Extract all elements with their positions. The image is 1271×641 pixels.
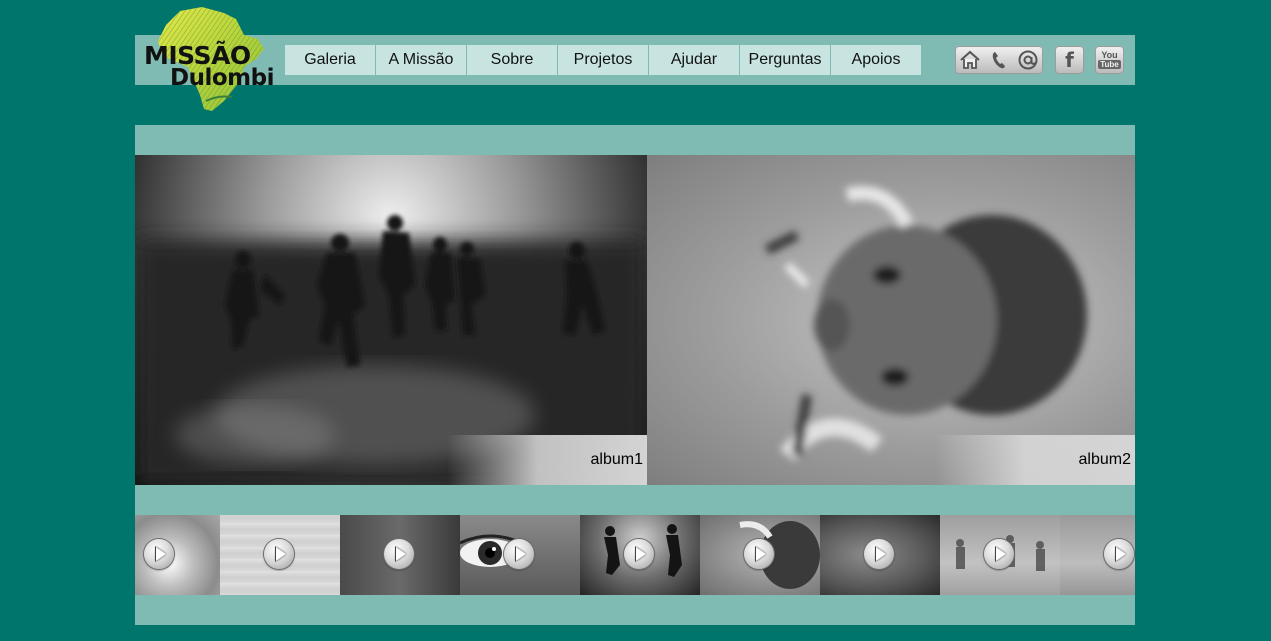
play-icon[interactable]: [864, 539, 894, 569]
play-icon[interactable]: [1104, 539, 1134, 569]
album-1-caption: album1: [590, 451, 643, 468]
nav-item-perguntas[interactable]: Perguntas: [740, 45, 830, 75]
play-icon[interactable]: [984, 539, 1014, 569]
main-nav: Galeria A Missão Sobre Projetos Ajudar P…: [285, 45, 921, 75]
home-icon[interactable]: [957, 48, 983, 72]
album-2-caption-bg: album2: [935, 435, 1135, 485]
album-2-caption: album2: [1078, 451, 1131, 468]
gallery-mid-bar: [135, 485, 1135, 515]
logo[interactable]: MISSÃO Dulombi: [140, 5, 274, 113]
thumbnail-6[interactable]: [700, 515, 820, 595]
play-icon[interactable]: [744, 539, 774, 569]
play-icon[interactable]: [264, 539, 294, 569]
thumbnail-4[interactable]: [460, 515, 580, 595]
album-1-caption-bg: album1: [447, 435, 647, 485]
thumbnail-strip: [135, 515, 1135, 595]
nav-item-projetos[interactable]: Projetos: [558, 45, 648, 75]
youtube-icon[interactable]: You Tube: [1095, 46, 1124, 74]
album-1[interactable]: album1: [135, 155, 647, 485]
page: MISSÃO Dulombi Galeria A Missão Sobre Pr…: [0, 0, 1271, 641]
play-icon[interactable]: [384, 539, 414, 569]
facebook-icon[interactable]: f: [1055, 46, 1084, 74]
contact-icon-group: [955, 46, 1043, 74]
thumbnail-3[interactable]: [340, 515, 460, 595]
at-icon[interactable]: [1015, 48, 1041, 72]
play-icon[interactable]: [144, 539, 174, 569]
play-icon[interactable]: [504, 539, 534, 569]
gallery-bottom-bar: [135, 595, 1135, 625]
thumbnail-8[interactable]: [940, 515, 1060, 595]
phone-icon[interactable]: [986, 48, 1012, 72]
nav-item-galeria[interactable]: Galeria: [285, 45, 375, 75]
thumbnail-2[interactable]: [220, 515, 340, 595]
nav-item-ajudar[interactable]: Ajudar: [649, 45, 739, 75]
thumbnail-5[interactable]: [580, 515, 700, 595]
thumbnail-1[interactable]: [135, 515, 220, 595]
nav-item-apoios[interactable]: Apoios: [831, 45, 921, 75]
youtube-text-bottom: Tube: [1098, 60, 1121, 69]
thumbnail-9[interactable]: [1060, 515, 1135, 595]
nav-item-a-missao[interactable]: A Missão: [376, 45, 466, 75]
play-icon[interactable]: [624, 539, 654, 569]
gallery-top-bar: [135, 125, 1135, 155]
album-2[interactable]: album2: [647, 155, 1135, 485]
facebook-letter: f: [1065, 48, 1074, 72]
youtube-text-top: You: [1101, 50, 1118, 60]
logo-title-line2: Dulombi: [170, 65, 274, 91]
youtube-wordmark: You Tube: [1098, 51, 1121, 69]
nav-item-sobre[interactable]: Sobre: [467, 45, 557, 75]
thumbnail-7[interactable]: [820, 515, 940, 595]
